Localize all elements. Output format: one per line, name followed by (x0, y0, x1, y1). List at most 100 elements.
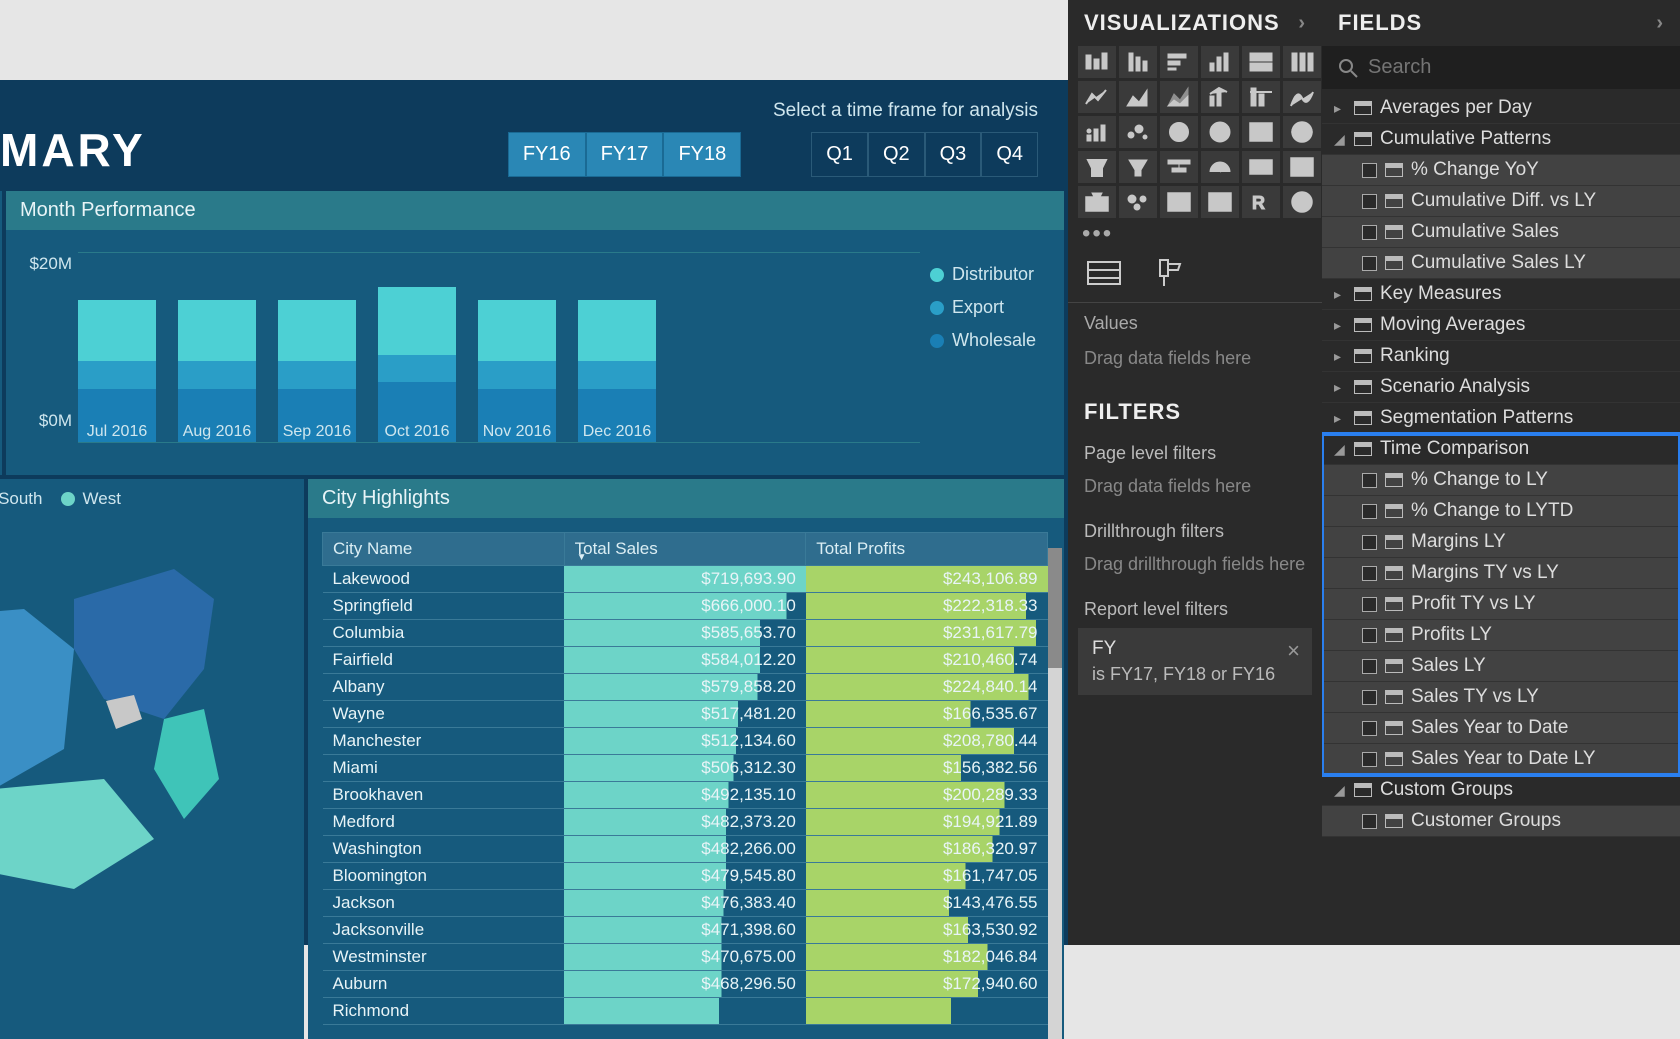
map-legend-item[interactable]: West (61, 489, 121, 509)
field-node[interactable]: Sales TY vs LY (1322, 682, 1680, 713)
table-row[interactable]: Bloomington$479,545.80$161,747.05 (323, 863, 1048, 890)
viz-type-icon[interactable] (1078, 116, 1116, 148)
viz-type-icon[interactable] (1242, 46, 1280, 78)
field-node[interactable]: Profits LY (1322, 620, 1680, 651)
bar-column[interactable] (278, 300, 356, 443)
viz-type-icon[interactable] (1160, 81, 1198, 113)
field-node[interactable]: Sales Year to Date (1322, 713, 1680, 744)
fy-slicer-button[interactable]: FY16 (508, 132, 586, 177)
table-row[interactable]: Miami$506,312.30$156,382.56 (323, 755, 1048, 782)
field-checkbox[interactable] (1362, 690, 1377, 705)
viz-type-icon[interactable] (1078, 151, 1116, 183)
field-node[interactable]: Customer Groups (1322, 806, 1680, 837)
field-node[interactable]: Cumulative Diff. vs LY (1322, 186, 1680, 217)
us-map[interactable] (0, 519, 304, 899)
table-row[interactable]: Lakewood$719,693.90$243,106.89 (323, 566, 1048, 593)
field-node[interactable]: % Change to LYTD (1322, 496, 1680, 527)
viz-type-icon[interactable] (1242, 81, 1280, 113)
viz-type-icon[interactable] (1201, 46, 1239, 78)
search-input[interactable] (1368, 56, 1664, 79)
viz-type-icon[interactable] (1078, 46, 1116, 78)
more-visuals-icon[interactable]: ••• (1068, 218, 1322, 250)
fy-slicer-button[interactable]: FY18 (663, 132, 741, 177)
table-row[interactable]: Manchester$512,134.60$208,780.44 (323, 728, 1048, 755)
table-node[interactable]: ◢Custom Groups (1322, 775, 1680, 806)
bar-column[interactable] (378, 287, 456, 443)
table-row[interactable]: Brookhaven$492,135.10$200,289.33 (323, 782, 1048, 809)
fy-slicer-button[interactable]: FY17 (586, 132, 664, 177)
viz-type-icon[interactable] (1160, 151, 1198, 183)
table-row[interactable]: Jackson$476,383.40$143,476.55 (323, 890, 1048, 917)
field-node[interactable]: % Change to LY (1322, 465, 1680, 496)
viz-type-icon[interactable] (1242, 116, 1280, 148)
viz-type-icon[interactable] (1119, 81, 1157, 113)
viz-type-icon[interactable] (1160, 46, 1198, 78)
field-checkbox[interactable] (1362, 194, 1377, 209)
field-checkbox[interactable] (1362, 535, 1377, 550)
table-row[interactable]: Medford$482,373.20$194,921.89 (323, 809, 1048, 836)
field-checkbox[interactable] (1362, 163, 1377, 178)
table-node[interactable]: ▸Ranking (1322, 341, 1680, 372)
field-node[interactable]: Profit TY vs LY (1322, 589, 1680, 620)
table-node[interactable]: ◢Cumulative Patterns (1322, 124, 1680, 155)
field-node[interactable]: Cumulative Sales LY (1322, 248, 1680, 279)
viz-type-icon[interactable] (1078, 81, 1116, 113)
viz-type-icon[interactable] (1201, 151, 1239, 183)
table-row[interactable]: Columbia$585,653.70$231,617.79 (323, 620, 1048, 647)
city-table[interactable]: City Name Total Sales Total Profits Lake… (322, 532, 1048, 1025)
field-checkbox[interactable] (1362, 473, 1377, 488)
legend-item[interactable]: Wholesale (930, 330, 1036, 351)
table-scrollbar[interactable] (1048, 548, 1062, 1039)
bar-column[interactable] (178, 300, 256, 443)
field-node[interactable]: Cumulative Sales (1322, 217, 1680, 248)
bar-column[interactable] (578, 300, 656, 443)
table-row[interactable]: Wayne$517,481.20$166,535.67 (323, 701, 1048, 728)
map-legend-item[interactable]: South (0, 489, 43, 509)
field-checkbox[interactable] (1362, 566, 1377, 581)
table-row[interactable]: Auburn$468,296.50$172,940.60 (323, 971, 1048, 998)
viz-type-icon[interactable] (1119, 46, 1157, 78)
field-node[interactable]: Margins TY vs LY (1322, 558, 1680, 589)
table-row[interactable]: Jacksonville$471,398.60$163,530.92 (323, 917, 1048, 944)
legend-item[interactable]: Export (930, 297, 1036, 318)
profits-card[interactable]: PROFITS $55.9M (0, 191, 2, 475)
table-node[interactable]: ▸Segmentation Patterns (1322, 403, 1680, 434)
viz-type-icon[interactable] (1078, 186, 1116, 218)
report-canvas[interactable]: MARY Select a time frame for analysis FY… (0, 0, 1068, 945)
table-row[interactable]: Springfield$666,000.10$222,318.33 (323, 593, 1048, 620)
field-checkbox[interactable] (1362, 814, 1377, 829)
col-total-profits[interactable]: Total Profits (806, 533, 1048, 566)
field-checkbox[interactable] (1362, 721, 1377, 736)
field-checkbox[interactable] (1362, 597, 1377, 612)
table-node[interactable]: ▸Key Measures (1322, 279, 1680, 310)
viz-type-icon[interactable] (1283, 116, 1321, 148)
viz-type-icon[interactable] (1160, 116, 1198, 148)
table-row[interactable]: Washington$482,266.00$186,320.97 (323, 836, 1048, 863)
bar-column[interactable] (478, 300, 556, 443)
table-row[interactable]: Richmond (323, 998, 1048, 1025)
viz-type-icon[interactable]: 123 (1242, 151, 1280, 183)
legend-item[interactable]: Distributor (930, 264, 1036, 285)
field-checkbox[interactable] (1362, 752, 1377, 767)
viz-type-icon[interactable] (1119, 186, 1157, 218)
remove-filter-icon[interactable]: × (1287, 638, 1300, 664)
quarter-slicer-button[interactable]: Q3 (925, 132, 982, 177)
field-node[interactable]: Sales Year to Date LY (1322, 744, 1680, 775)
table-node[interactable]: ◢Time Comparison (1322, 434, 1680, 465)
page-filters-drop-zone[interactable]: Drag data fields here (1068, 466, 1322, 513)
field-checkbox[interactable] (1362, 256, 1377, 271)
table-row[interactable]: Albany$579,858.20$224,840.14 (323, 674, 1048, 701)
col-total-sales[interactable]: Total Sales (564, 533, 806, 566)
city-highlights-card[interactable]: City Highlights City Name Total Sales To… (308, 479, 1064, 1039)
collapse-fields-icon[interactable]: › (1656, 12, 1664, 35)
bar-column[interactable] (78, 300, 156, 443)
quarter-slicer-button[interactable]: Q4 (981, 132, 1038, 177)
field-node[interactable]: % Change YoY (1322, 155, 1680, 186)
month-performance-card[interactable]: Month Performance $20M $0M Jul 2016Aug 2… (6, 191, 1064, 475)
field-node[interactable]: Sales LY (1322, 651, 1680, 682)
fields-search[interactable] (1322, 46, 1680, 89)
table-row[interactable]: Fairfield$584,012.20$210,460.74 (323, 647, 1048, 674)
viz-type-icon[interactable] (1201, 81, 1239, 113)
field-checkbox[interactable] (1362, 628, 1377, 643)
quarter-slicer-button[interactable]: Q2 (868, 132, 925, 177)
